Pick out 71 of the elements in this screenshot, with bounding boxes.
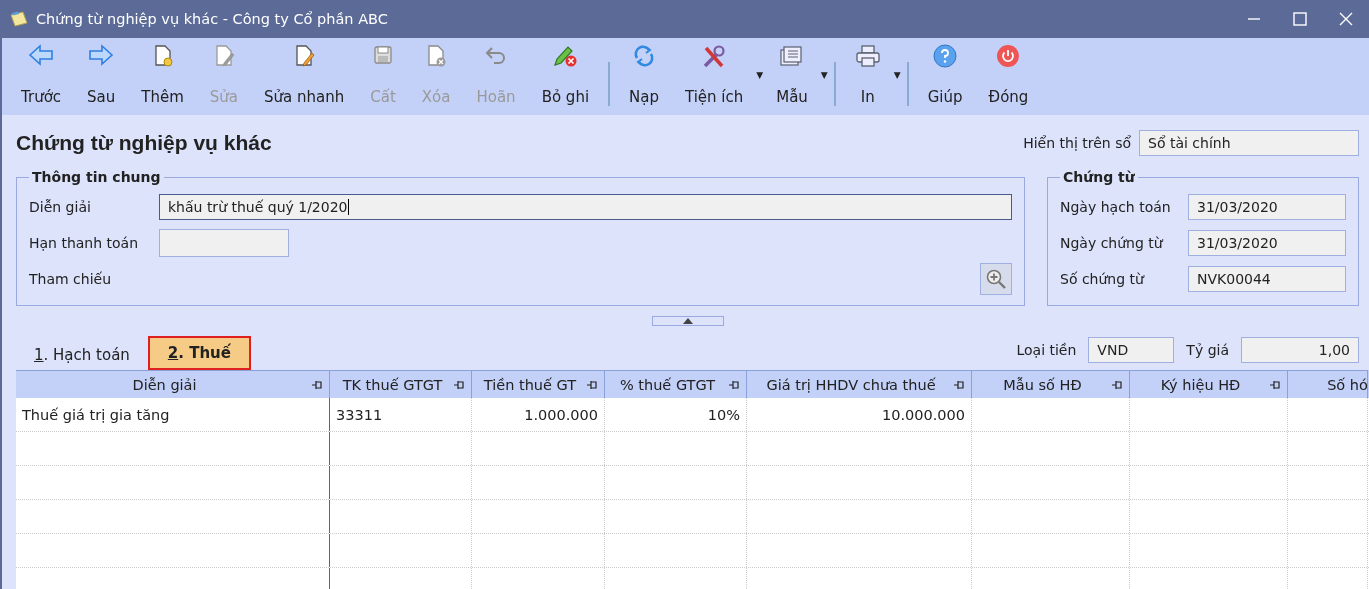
- column-header[interactable]: TK thuế GTGT: [330, 370, 472, 398]
- collapse-button[interactable]: [651, 316, 724, 326]
- dropdown-caret[interactable]: ▼: [756, 70, 764, 80]
- pin-icon[interactable]: [953, 380, 965, 390]
- help-icon: [933, 44, 958, 68]
- table-cell: 1.000.000: [472, 398, 605, 431]
- window-title: Chứng từ nghiệp vụ khác - Công ty Cổ phần ABC: [36, 11, 388, 27]
- pen-cancel-icon: [552, 44, 579, 68]
- voucher-field[interactable]: 31/03/2020: [1188, 230, 1346, 256]
- column-header[interactable]: Giá trị HHDV chưa thuế: [747, 370, 972, 398]
- table-cell: 10.000.000: [747, 398, 972, 431]
- right-arrow-icon: [88, 44, 115, 66]
- delete-document-icon: [425, 44, 448, 68]
- app-icon: [10, 11, 28, 27]
- pin-icon[interactable]: [311, 380, 323, 390]
- pin-icon[interactable]: [1269, 380, 1281, 390]
- toolbar-button[interactable]: Sửa nhanh: [251, 44, 358, 106]
- toolbar-button[interactable]: Đóng: [975, 44, 1042, 106]
- toolbar-button[interactable]: Tiện ích: [672, 44, 757, 106]
- field-label: Số chứng từ: [1060, 271, 1146, 287]
- toolbar-button[interactable]: Giúp: [914, 44, 976, 106]
- dropdown-caret[interactable]: ▼: [820, 70, 828, 80]
- power-icon: [996, 44, 1021, 68]
- close-icon[interactable]: [1339, 12, 1353, 26]
- column-header[interactable]: Mẫu số HĐ: [972, 370, 1130, 398]
- due-date-field[interactable]: [159, 229, 289, 257]
- voucher-field[interactable]: NVK00044: [1188, 266, 1346, 292]
- column-header[interactable]: Diễn giải: [16, 370, 330, 398]
- group-title: Chứng từ: [1062, 169, 1136, 185]
- field-label: Hạn thanh toán: [29, 235, 140, 251]
- field-label: Tham chiếu: [29, 271, 113, 287]
- field-label: Hiển thị trên sổ: [1023, 135, 1131, 151]
- maximize-icon[interactable]: [1293, 12, 1307, 26]
- field-label: Diễn giải: [29, 199, 92, 215]
- table-cell: Thuế giá trị gia tăng: [16, 398, 330, 431]
- voucher-field[interactable]: 31/03/2020: [1188, 194, 1346, 220]
- tab[interactable]: 1. Hạch toán: [16, 340, 148, 370]
- dropdown-caret[interactable]: ▼: [893, 70, 901, 80]
- left-arrow-icon: [28, 44, 55, 66]
- pin-icon[interactable]: [453, 380, 465, 390]
- toolbar-button[interactable]: Mẫu: [763, 44, 821, 106]
- form-heading: Chứng từ nghiệp vụ khác: [16, 131, 272, 155]
- column-header[interactable]: Số hó: [1288, 370, 1368, 398]
- pin-icon[interactable]: [586, 380, 598, 390]
- zoom-in-button[interactable]: [980, 263, 1012, 295]
- edit-document-icon: [293, 44, 316, 68]
- tab[interactable]: 2. Thuế: [147, 336, 251, 370]
- toolbar-button[interactable]: In: [841, 44, 894, 106]
- toolbar-button[interactable]: Nạp: [616, 44, 672, 106]
- up-triangle-icon: [682, 318, 693, 324]
- pin-icon[interactable]: [728, 380, 740, 390]
- field-label: Ngày chứng từ: [1060, 235, 1165, 251]
- toolbar-button[interactable]: Thêm: [128, 44, 197, 106]
- field-label: Tỷ giá: [1186, 342, 1229, 358]
- toolbar-button[interactable]: Trước: [8, 44, 75, 106]
- table-cell: 10%: [605, 398, 747, 431]
- toolbar-button[interactable]: Bỏ ghi: [528, 44, 603, 106]
- table-cell: 33311: [330, 398, 472, 431]
- column-header[interactable]: % thuế GTGT: [605, 370, 747, 398]
- group-title: Thông tin chung: [31, 169, 162, 185]
- field-label: Loại tiền: [1016, 342, 1077, 358]
- column-header[interactable]: Tiền thuế GT: [472, 370, 605, 398]
- pin-icon[interactable]: [1111, 380, 1123, 390]
- toolbar-button[interactable]: Sau: [74, 44, 129, 106]
- exchange-rate-field[interactable]: 1,00: [1241, 337, 1359, 363]
- column-header[interactable]: Ký hiệu HĐ: [1130, 370, 1288, 398]
- ledger-field[interactable]: Sổ tài chính: [1139, 130, 1359, 156]
- field-label: Ngày hạch toán: [1060, 199, 1172, 215]
- printer-icon: [854, 44, 881, 68]
- currency-field[interactable]: VND: [1088, 337, 1175, 363]
- description-field[interactable]: khấu trừ thuế quý 1/2020: [159, 194, 1012, 220]
